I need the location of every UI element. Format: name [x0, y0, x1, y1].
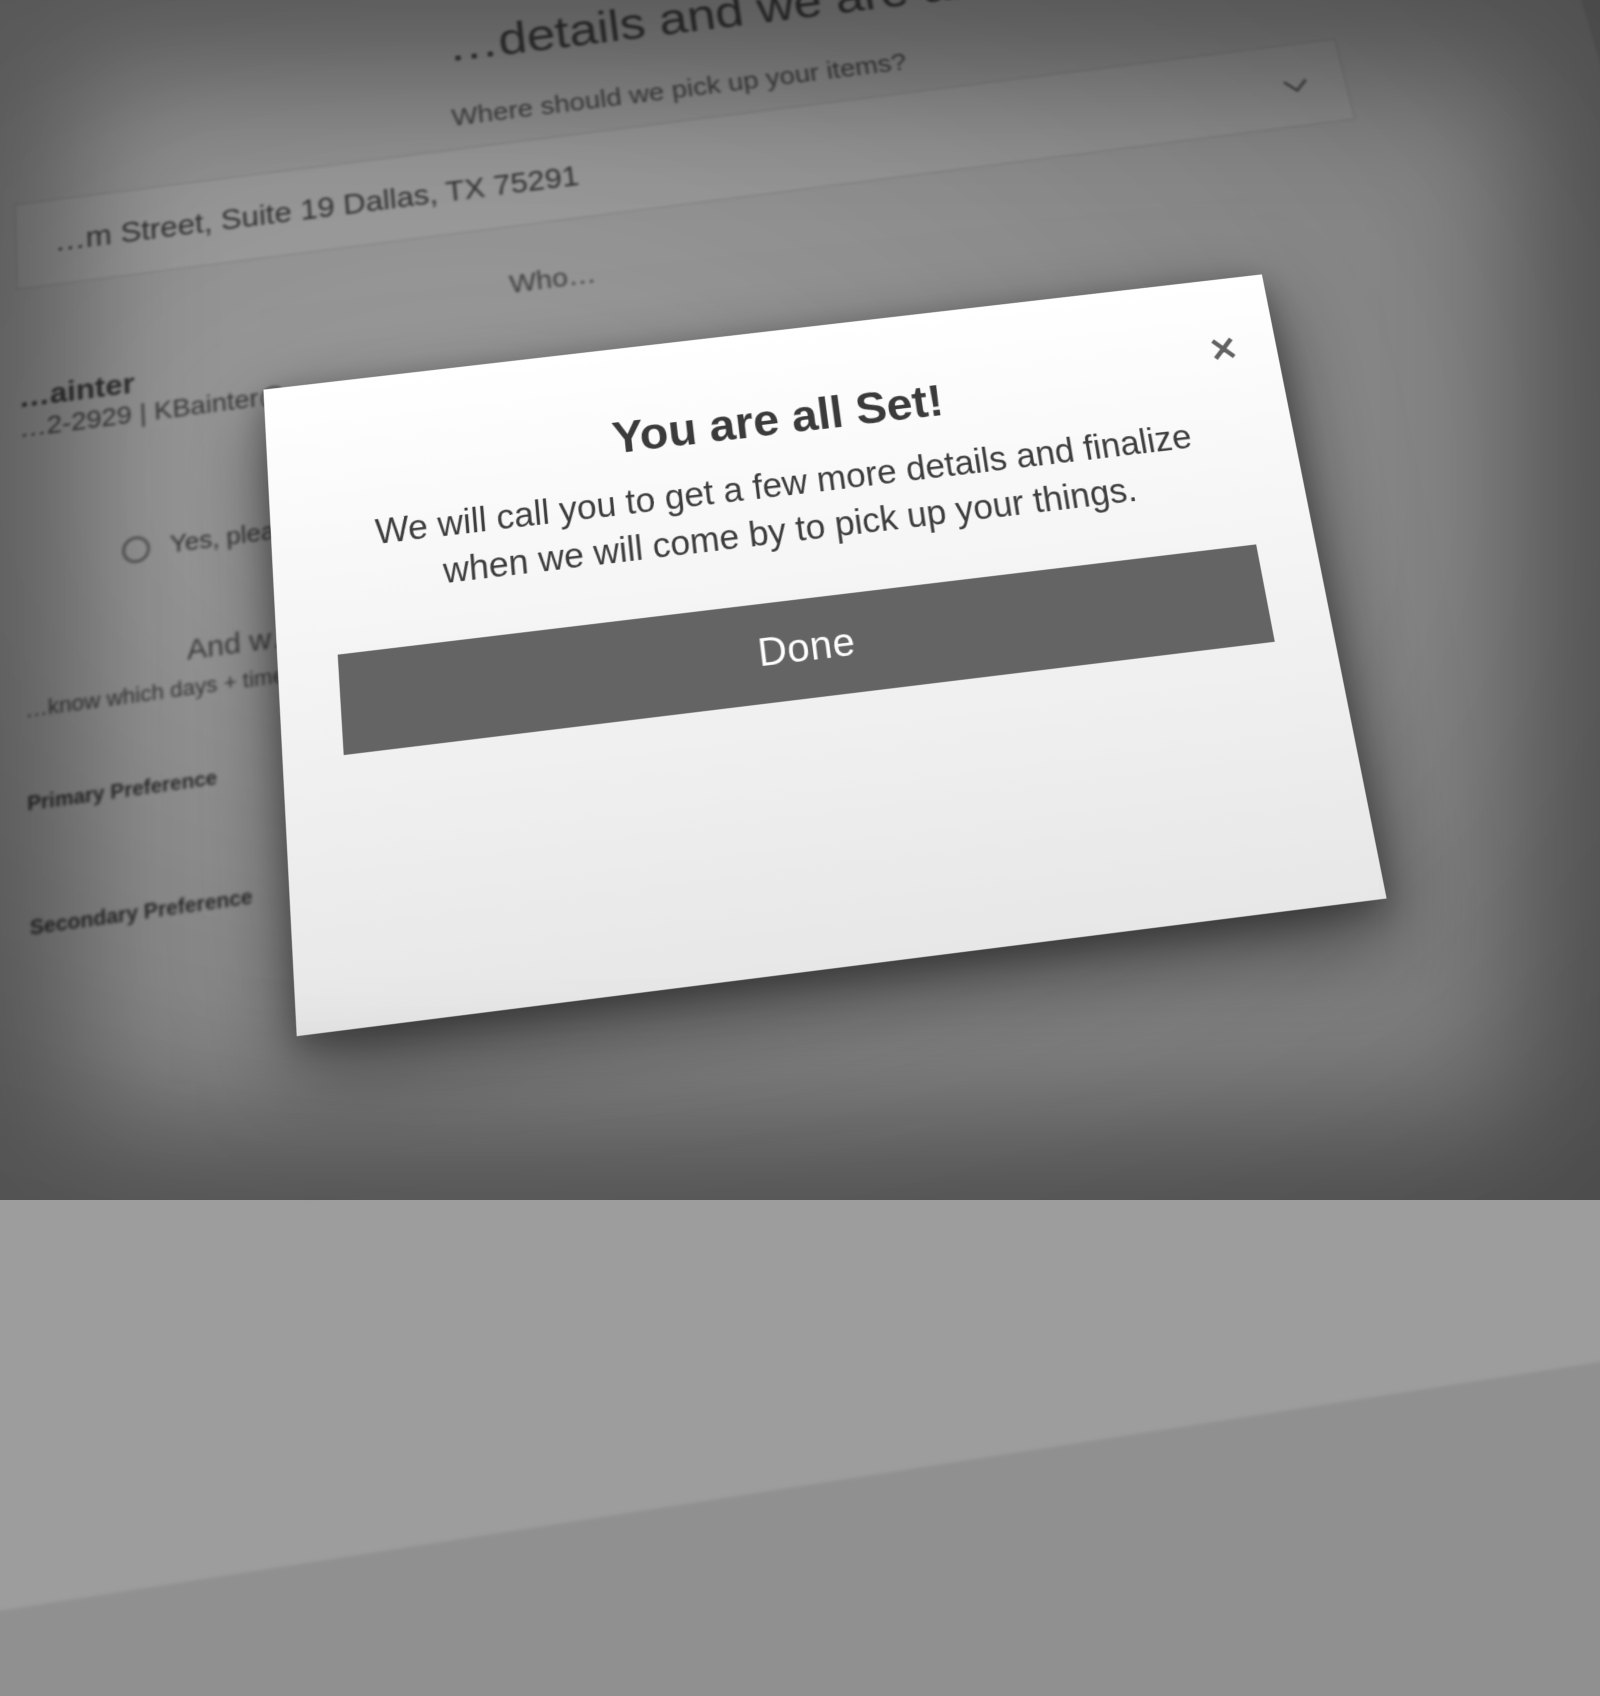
secondary-preference-label: Secondary Preference: [30, 884, 263, 941]
close-icon: ✕: [1206, 329, 1242, 369]
address-value: …m Street, Suite 19 Dallas, TX 75291: [54, 160, 581, 258]
chevron-down-icon: [1280, 68, 1313, 102]
close-button[interactable]: ✕: [1206, 332, 1241, 368]
primary-preference-label: Primary Preference: [27, 762, 256, 817]
radio-icon: [122, 534, 151, 564]
